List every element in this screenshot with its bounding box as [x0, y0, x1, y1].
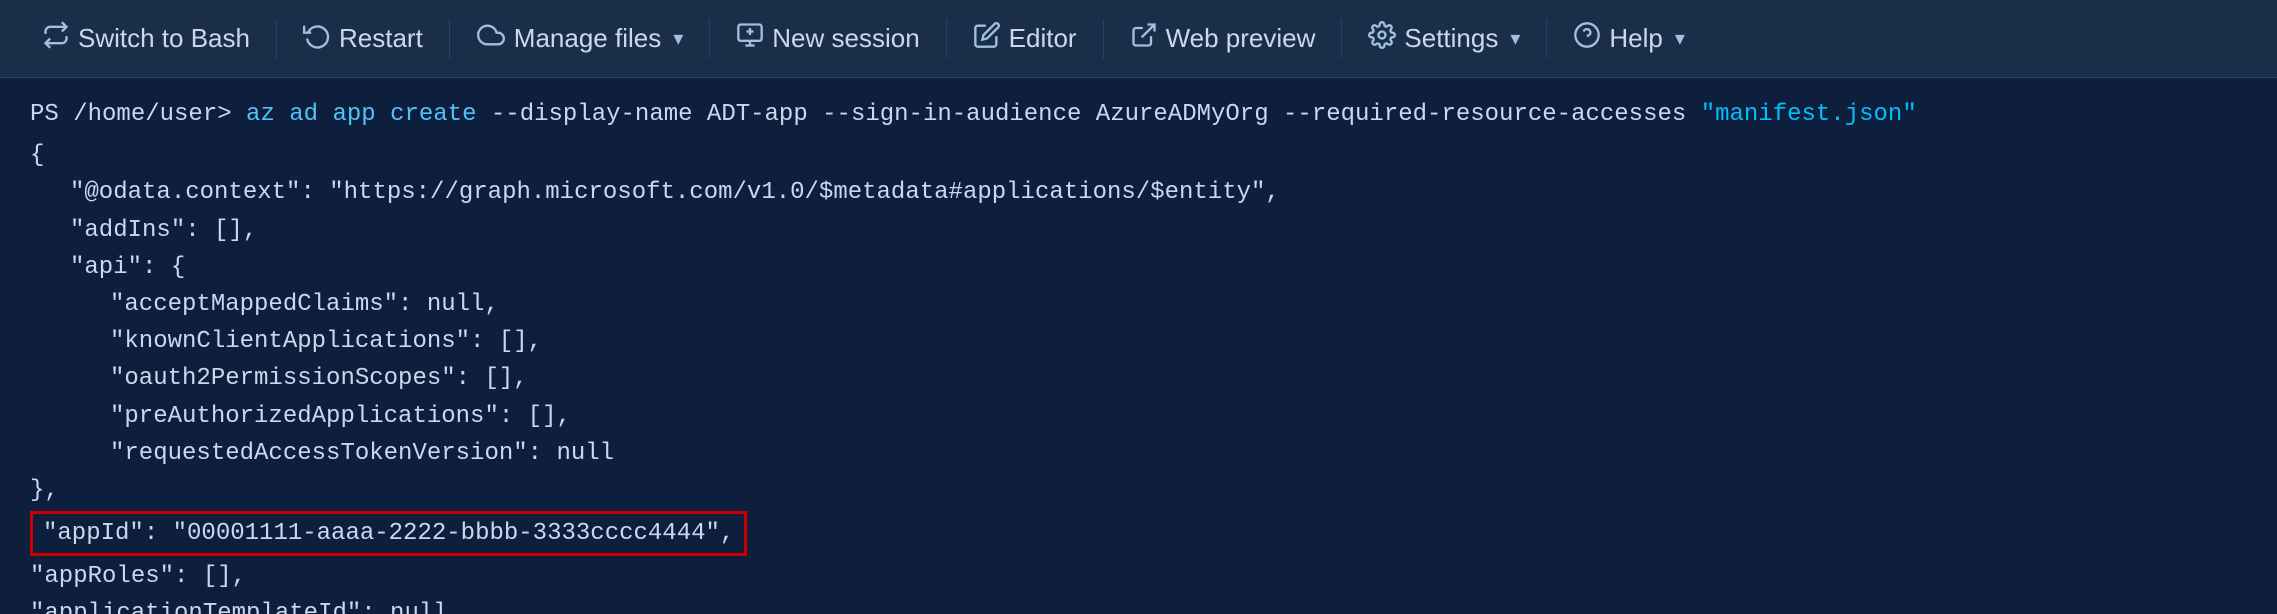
prompt-ps: PS /home/user>	[30, 101, 246, 128]
manage-files-button[interactable]: Manage files ▾	[454, 0, 705, 77]
output-api-close: },	[30, 472, 2247, 509]
editor-icon	[973, 21, 1001, 56]
output-brace-open: {	[30, 137, 2247, 174]
output-appid-line: "appId": "00001111-aaaa-2222-bbbb-3333cc…	[30, 511, 2247, 556]
output-known-client: "knownClientApplications": [],	[30, 323, 2247, 360]
settings-icon	[1368, 21, 1396, 56]
cloud-icon	[476, 21, 506, 56]
switch-icon	[42, 21, 70, 56]
help-icon	[1573, 21, 1601, 56]
separator-6	[1341, 19, 1342, 59]
restart-button[interactable]: Restart	[281, 0, 445, 77]
separator-5	[1103, 19, 1104, 59]
output-api-open: "api": {	[30, 249, 2247, 286]
editor-button[interactable]: Editor	[951, 0, 1099, 77]
web-preview-button[interactable]: Web preview	[1108, 0, 1338, 77]
settings-dropdown-icon: ▾	[1510, 26, 1520, 51]
separator-1	[276, 19, 277, 59]
restart-icon	[303, 21, 331, 56]
new-session-button[interactable]: New session	[714, 0, 941, 77]
restart-label: Restart	[339, 23, 423, 54]
output-odata-context: "@odata.context": "https://graph.microso…	[30, 174, 2247, 211]
web-preview-label: Web preview	[1166, 23, 1316, 54]
switch-to-bash-label: Switch to Bash	[78, 23, 250, 54]
help-label: Help	[1609, 23, 1662, 54]
web-preview-icon	[1130, 21, 1158, 56]
command-line: PS /home/user> az ad app create --displa…	[30, 96, 2247, 133]
output-preauth: "preAuthorizedApplications": [],	[30, 398, 2247, 435]
manage-files-dropdown-icon: ▾	[673, 26, 683, 51]
separator-2	[449, 19, 450, 59]
output-addins: "addIns": [],	[30, 212, 2247, 249]
separator-7	[1546, 19, 1547, 59]
toolbar: Switch to Bash Restart Manage files ▾	[0, 0, 2277, 78]
settings-button[interactable]: Settings ▾	[1346, 0, 1542, 77]
settings-label: Settings	[1404, 23, 1498, 54]
output-accept-mapped: "acceptMappedClaims": null,	[30, 286, 2247, 323]
separator-3	[709, 19, 710, 59]
switch-to-bash-button[interactable]: Switch to Bash	[20, 0, 272, 77]
output-approles: "appRoles": [],	[30, 558, 2247, 595]
new-session-label: New session	[772, 23, 919, 54]
help-button[interactable]: Help ▾	[1551, 0, 1707, 77]
command-file: "manifest.json"	[1701, 101, 1917, 128]
manage-files-label: Manage files	[514, 23, 661, 54]
editor-label: Editor	[1009, 23, 1077, 54]
help-dropdown-icon: ▾	[1675, 26, 1685, 51]
new-session-icon	[736, 21, 764, 56]
separator-4	[946, 19, 947, 59]
command-args: --display-name ADT-app --sign-in-audienc…	[476, 101, 1700, 128]
output-app-template-id: "applicationTemplateId": null,	[30, 595, 2247, 614]
appid-highlight-box: "appId": "00001111-aaaa-2222-bbbb-3333cc…	[30, 511, 747, 556]
command-az: az ad app create	[246, 101, 476, 128]
terminal-area[interactable]: PS /home/user> az ad app create --displa…	[0, 78, 2277, 614]
output-token-version: "requestedAccessTokenVersion": null	[30, 435, 2247, 472]
output-oauth2: "oauth2PermissionScopes": [],	[30, 360, 2247, 397]
